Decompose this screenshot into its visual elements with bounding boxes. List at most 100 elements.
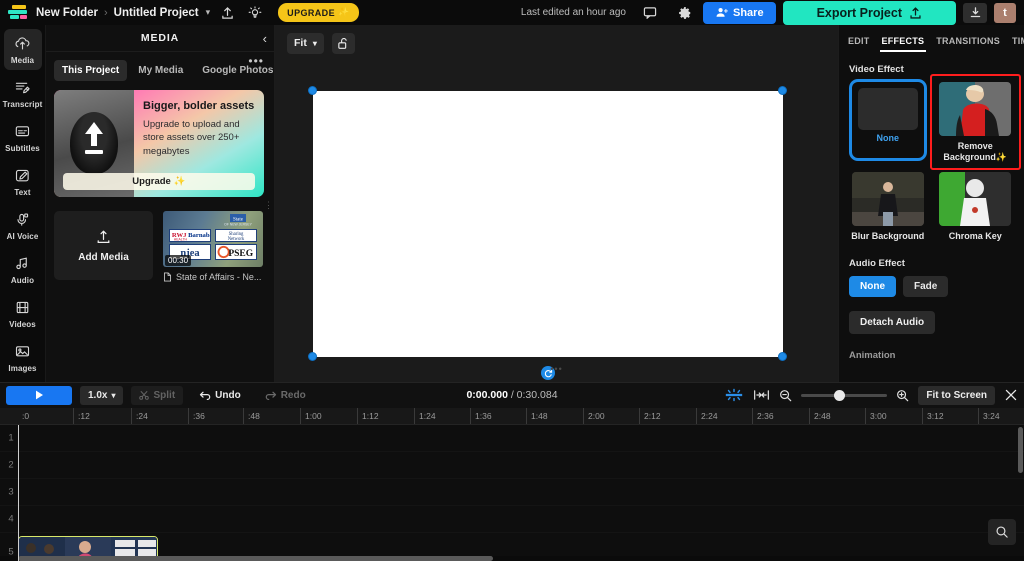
playhead[interactable] [18,424,19,561]
zoom-slider-knob[interactable] [834,389,846,401]
upgrade-promo-card[interactable]: Bigger, bolder assets Upgrade to upload … [54,90,264,197]
resize-handle-bottom-right[interactable] [778,352,787,361]
close-icon[interactable] [1004,388,1018,402]
fit-mode-select[interactable]: Fit ▾ [287,32,324,54]
breadcrumb-project[interactable]: Untitled Project [114,7,199,19]
resize-handle-bottom-left[interactable] [308,352,317,361]
media-panel-header: MEDIA ‹ [46,25,274,52]
track-lane[interactable] [18,479,1024,505]
video-canvas[interactable] [313,91,783,357]
tab-google-photos[interactable]: Google Photos [194,60,281,81]
effect-blur-background[interactable]: Blur Background [849,171,927,242]
track-lane[interactable] [18,506,1024,532]
play-icon [33,389,45,401]
sidebar-item-images[interactable]: Images [4,338,42,379]
effect-none-thumb [857,88,918,130]
play-button[interactable] [6,385,72,405]
top-bar: New Folder › Untitled Project ▾ UPGRADE … [0,0,1024,25]
scrollbar-thumb[interactable] [18,556,493,561]
aspect-lock-button[interactable] [331,32,355,54]
gear-icon[interactable] [674,3,696,23]
ruler-tick: 2:12 [639,407,661,424]
add-media-button[interactable]: Add Media [54,211,153,280]
tab-this-project[interactable]: This Project [54,60,128,81]
image-icon [14,343,31,360]
effect-remove-background[interactable]: Remove Background✨ [929,74,1021,170]
panel-resize-grip[interactable]: ⋮ [264,201,273,210]
resize-handle-top-right[interactable] [778,86,787,95]
export-project-button[interactable]: Export Project [782,0,956,25]
promo-upgrade-button[interactable]: Upgrade ✨ [63,173,255,190]
sidebar-item-media[interactable]: Media [3,29,42,71]
audio-effect-none[interactable]: None [849,275,896,297]
ruler-tick: 1:12 [357,407,379,424]
asset-duration-badge: 00:30 [165,255,192,266]
timeline-horizontal-scrollbar[interactable] [0,556,1024,561]
animation-section-title: Animation [849,349,896,361]
track-lane[interactable] [18,452,1024,478]
upload-icon[interactable] [216,3,238,23]
subtitles-icon [14,123,31,140]
zoom-out-icon[interactable] [779,389,792,402]
track-lane[interactable] [18,425,1024,451]
zoom-slider[interactable] [801,389,888,401]
sidebar-item-ai-voice[interactable]: AI Voice [4,205,42,246]
chevron-down-icon: ▾ [111,390,116,400]
audio-effect-fade[interactable]: Fade [903,275,949,297]
sidebar-item-videos[interactable]: Videos [4,294,42,335]
media-asset-item[interactable]: State OF NEW JERSEY RWJ Barnabas HEALTH [163,211,263,282]
detach-audio-button[interactable]: Detach Audio [849,310,936,334]
chevron-down-icon[interactable]: ▾ [206,7,211,18]
upload-arrow-icon [85,122,103,154]
track-row[interactable]: 2 [0,452,1024,479]
tab-timing[interactable]: TIMING [1007,31,1024,52]
comment-icon[interactable] [639,3,661,23]
tab-transitions[interactable]: TRANSITIONS [931,31,1005,52]
upgrade-button[interactable]: UPGRADE ✨ [278,3,359,22]
effect-chroma-key[interactable]: Chroma Key [937,171,1015,242]
snap-to-fit-icon[interactable] [753,389,770,401]
effect-none[interactable]: None [849,82,927,164]
stage-toolbar: Fit ▾ [275,25,838,61]
chevron-left-icon[interactable]: ‹ [263,31,267,46]
app-logo[interactable] [8,4,30,21]
sidebar-item-text[interactable]: Text [4,161,42,202]
breadcrumb-separator: › [103,6,108,19]
add-media-label: Add Media [78,252,129,263]
sidebar-item-subtitles[interactable]: Subtitles [4,117,42,158]
marker-icon[interactable] [724,388,744,402]
track-row[interactable]: 1 [0,425,1024,452]
track-number: 3 [8,486,14,498]
timeline-ruler[interactable]: :0 :12 :24 :36 :48 1:00 1:12 1:24 1:36 1… [0,407,1024,425]
timeline-search-button[interactable] [988,519,1016,545]
track-row[interactable]: 3 [0,479,1024,506]
sidebar-item-label: Videos [9,320,36,330]
fit-to-screen-button[interactable]: Fit to Screen [918,385,995,405]
timeline-vertical-scrollbar[interactable] [1018,426,1023,473]
split-button[interactable]: Split [131,385,184,405]
share-button[interactable]: Share [702,1,776,24]
sidebar-item-transcript[interactable]: Transcript [2,73,43,114]
undo-button[interactable]: Undo [191,386,249,405]
timeline-toolbar: 1.0x ▾ Split Undo Redo 0:00.000 / 0:30.0… [0,381,1024,408]
lightbulb-icon[interactable] [244,3,266,23]
more-options-icon[interactable]: ••• [248,54,264,68]
tab-edit[interactable]: EDIT [843,31,875,52]
scissors-icon [139,390,150,401]
timeline-tracks[interactable]: 1 2 3 4 5 [0,424,1024,561]
user-avatar[interactable]: t [994,2,1016,23]
breadcrumb-folder[interactable]: New Folder [36,7,98,19]
playback-speed-select[interactable]: 1.0x ▾ [80,385,124,405]
stage-handle-dots[interactable]: ••• [550,364,562,374]
tab-effects[interactable]: EFFECTS [877,31,930,52]
zoom-in-icon[interactable] [896,389,909,402]
redo-button[interactable]: Redo [257,386,314,405]
sidebar-item-audio[interactable]: Audio [4,250,42,291]
resize-handle-top-left[interactable] [308,86,317,95]
download-button[interactable] [963,2,987,23]
tab-my-media[interactable]: My Media [130,60,191,81]
asset-thumbnail[interactable]: State OF NEW JERSEY RWJ Barnabas HEALTH [163,211,263,267]
track-row[interactable]: 4 [0,506,1024,533]
svg-text:OF NEW JERSEY: OF NEW JERSEY [224,223,252,227]
sidebar-item-label: Transcript [2,99,43,109]
